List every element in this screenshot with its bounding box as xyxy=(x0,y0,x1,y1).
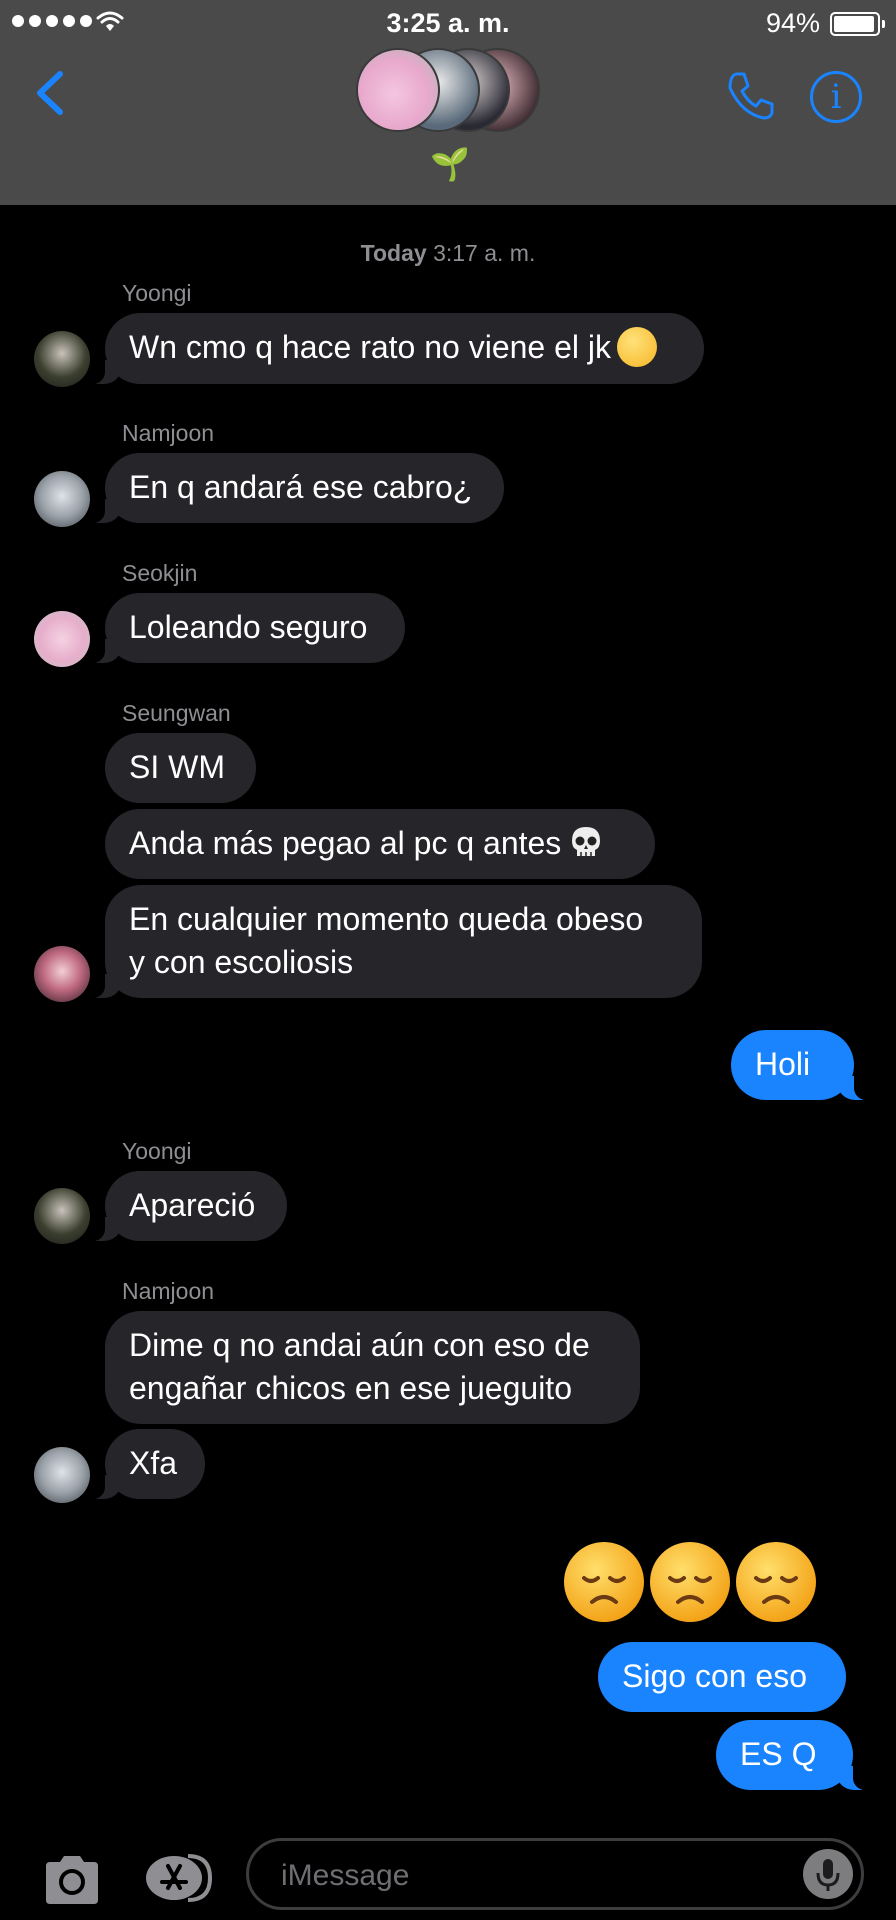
avatar[interactable] xyxy=(34,611,90,667)
battery-icon xyxy=(830,12,885,36)
status-time: 3:25 a. m. xyxy=(386,8,510,38)
sender-name: Namjoon xyxy=(122,420,215,446)
disappointed-face-icon xyxy=(564,1542,644,1622)
conversation-timestamp: Today 3:17 a. m. xyxy=(360,240,536,266)
app-store-icon[interactable] xyxy=(144,1852,214,1904)
sender-name: Seokjin xyxy=(122,560,198,586)
message-bubble[interactable]: SI WM xyxy=(105,733,256,803)
message-bubble[interactable]: Apareció xyxy=(91,1171,287,1241)
avatar[interactable] xyxy=(34,1447,90,1503)
raised-eyebrow-emoji-icon xyxy=(617,326,658,367)
message-bubble[interactable]: Anda más pegao al pc q antes xyxy=(105,809,655,879)
avatar[interactable] xyxy=(34,946,90,1002)
disappointed-emoji-message[interactable] xyxy=(564,1542,816,1622)
disappointed-face-icon xyxy=(650,1542,730,1622)
message-bubble[interactable]: En cualquier momento queda obeso y con e… xyxy=(91,885,702,998)
battery-percentage: 94% xyxy=(765,8,820,38)
message-input[interactable] xyxy=(279,1855,763,1897)
avatar[interactable] xyxy=(34,1188,90,1244)
message-bubble[interactable]: Dime q no andai aún con eso de engañar c… xyxy=(105,1311,640,1424)
camera-icon[interactable] xyxy=(42,1852,102,1908)
microphone-icon[interactable] xyxy=(803,1849,853,1899)
group-avatar-stack[interactable] xyxy=(356,48,540,132)
message-bubble-sent[interactable]: Holi xyxy=(731,1030,868,1100)
message-bubble[interactable]: En q andará ese cabro¿ xyxy=(91,453,504,523)
phone-icon[interactable] xyxy=(722,68,778,124)
disappointed-face-icon xyxy=(736,1542,816,1622)
avatar[interactable] xyxy=(34,331,90,387)
status-bar: 3:25 a. m. 94% xyxy=(0,0,896,46)
sender-name: Namjoon xyxy=(122,1278,215,1304)
avatar[interactable] xyxy=(34,471,90,527)
imessage-input-field[interactable] xyxy=(246,1838,864,1910)
conversation-header: 🌱 i xyxy=(0,46,896,205)
message-bubble-sent[interactable]: ES Q xyxy=(716,1720,867,1790)
chevron-left-icon[interactable] xyxy=(28,68,78,118)
skull-emoji-icon xyxy=(572,826,601,856)
info-icon[interactable]: i xyxy=(810,71,862,123)
composer-bar xyxy=(0,1820,896,1920)
sender-name: Yoongi xyxy=(122,1138,192,1164)
message-bubble[interactable]: Xfa xyxy=(91,1429,205,1499)
message-bubble-sent[interactable]: Sigo con eso xyxy=(598,1642,846,1712)
sender-name: Seungwan xyxy=(122,700,231,726)
message-bubble[interactable]: Loleando seguro xyxy=(91,593,405,663)
sender-name: Yoongi xyxy=(122,280,192,306)
message-bubble[interactable]: Wn cmo q hace rato no viene el jk xyxy=(91,313,704,384)
group-name-emoji[interactable]: 🌱 xyxy=(430,148,470,180)
group-avatar xyxy=(356,48,440,132)
